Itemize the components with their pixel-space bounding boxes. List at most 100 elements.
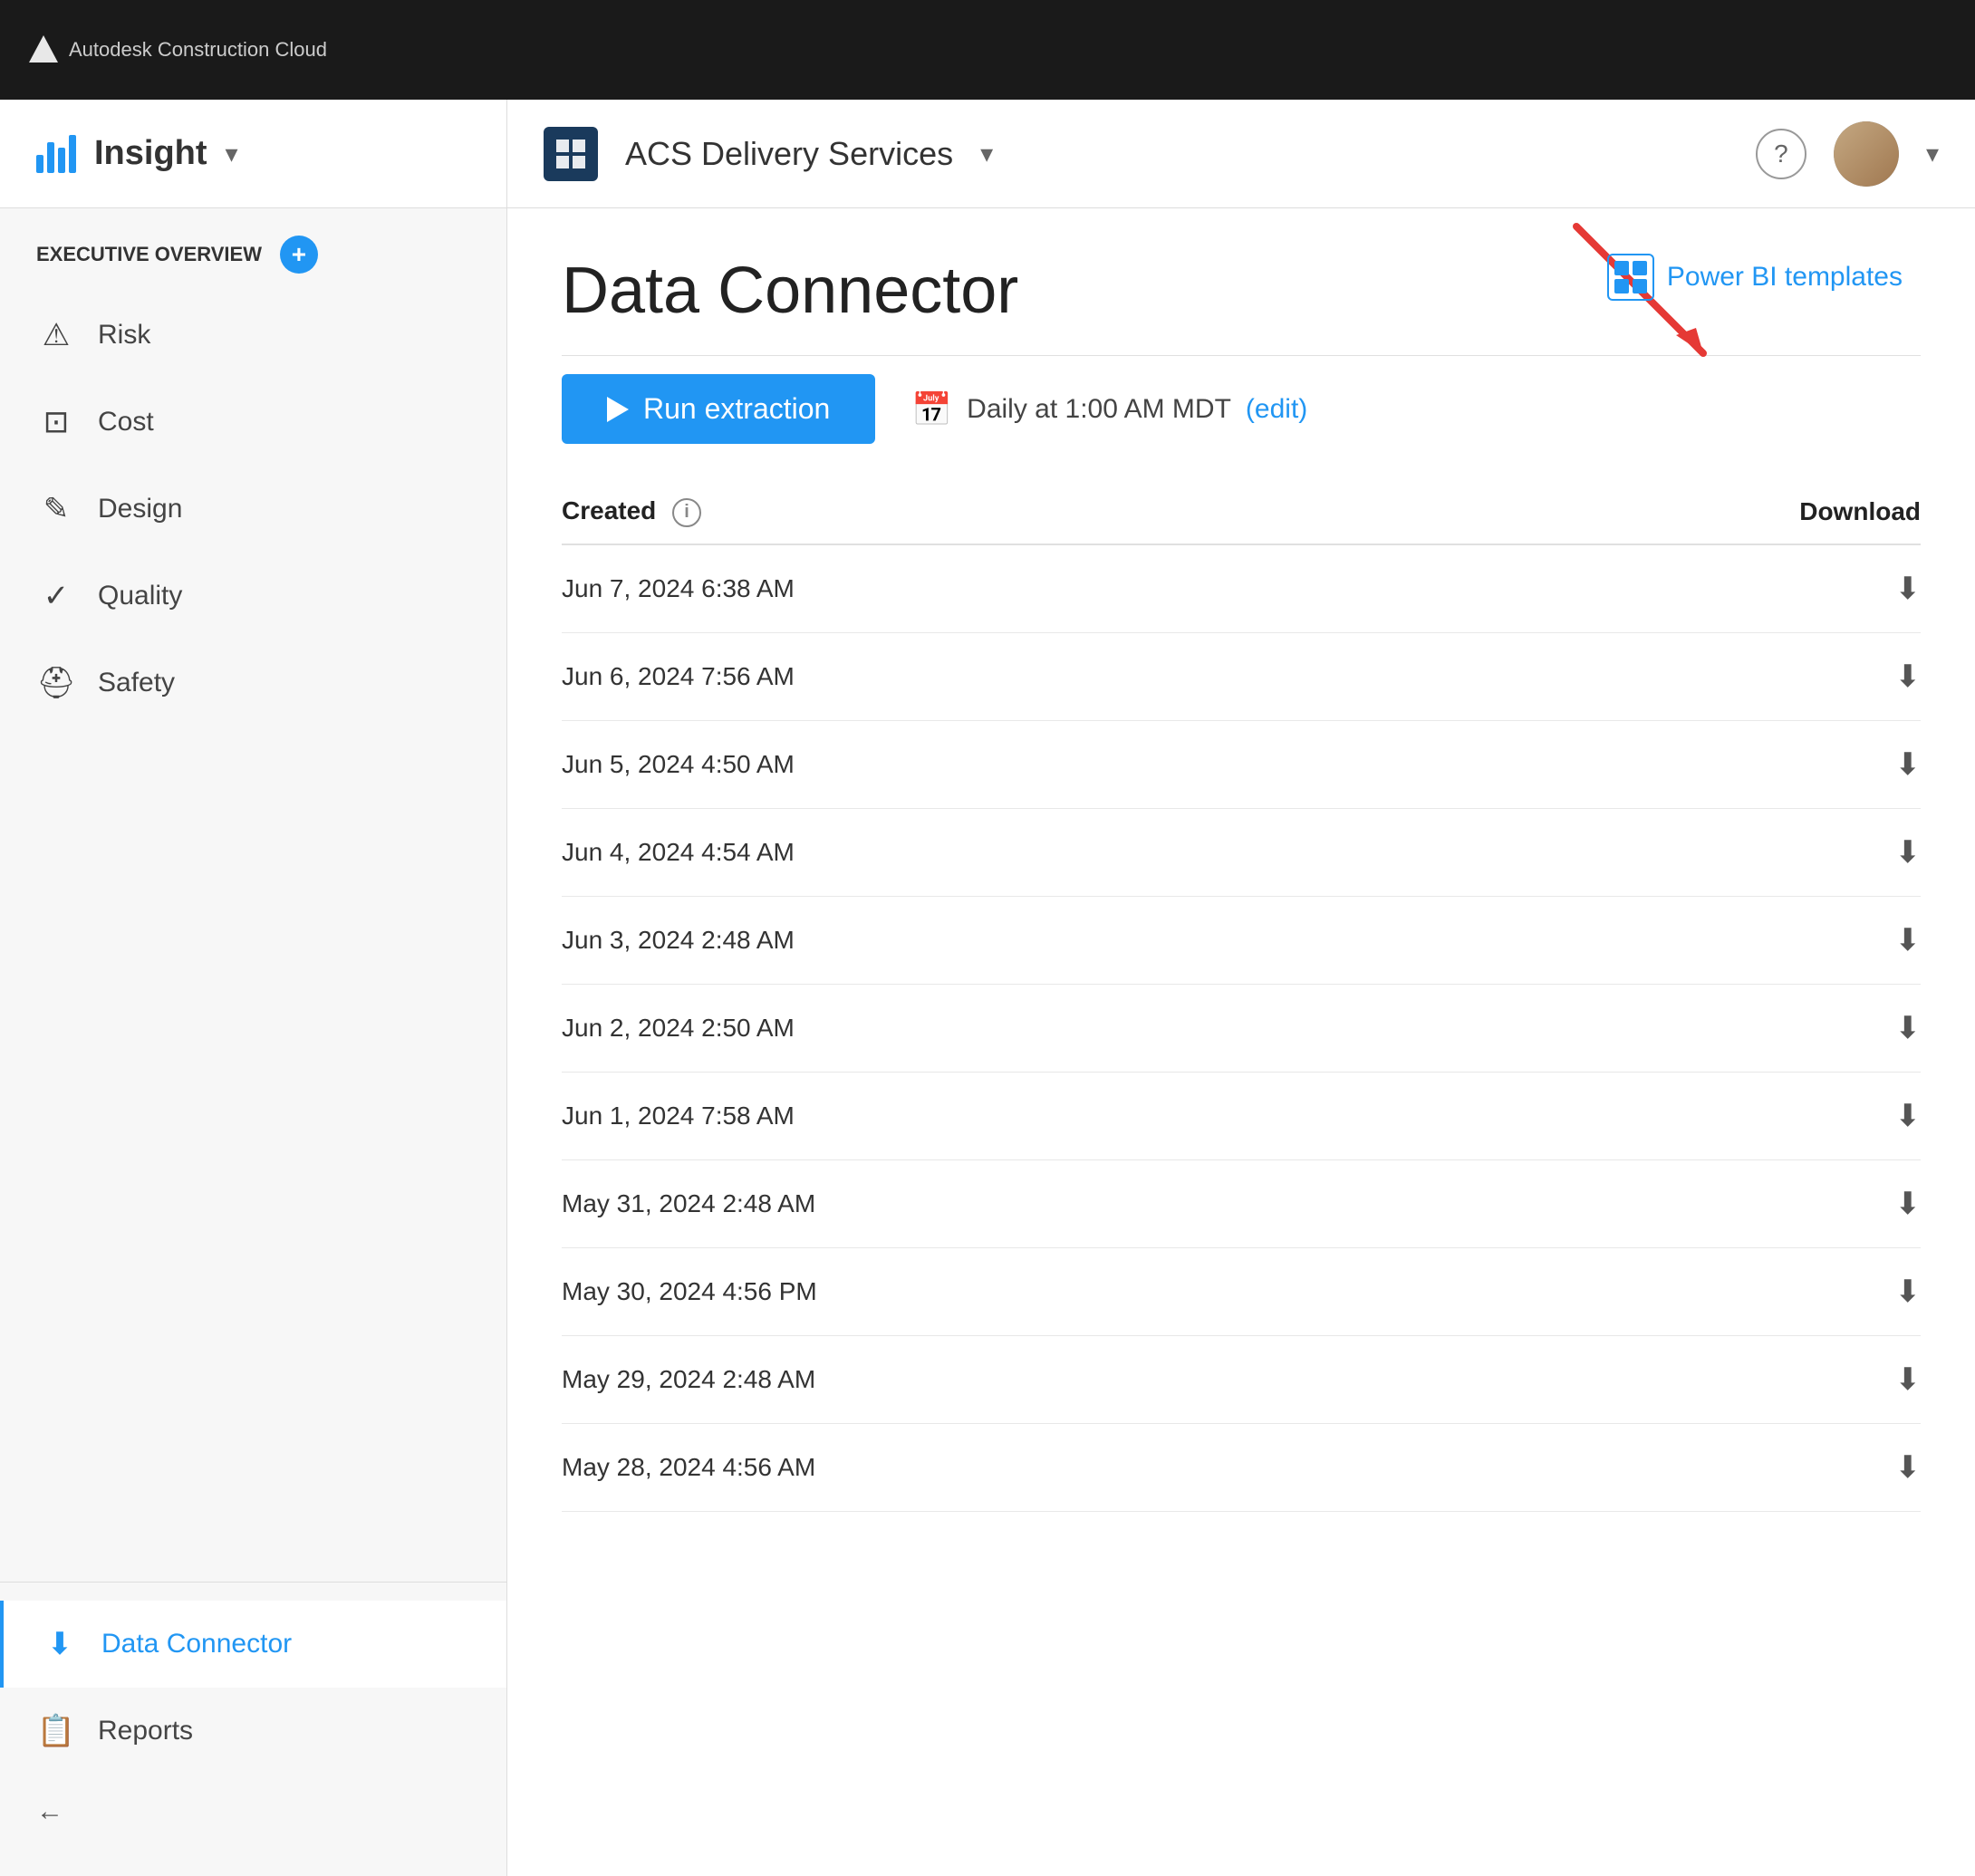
row-download-10[interactable]: ⬇ <box>1483 1423 1921 1511</box>
row-date-6: Jun 1, 2024 7:58 AM <box>562 1072 1483 1159</box>
safety-icon: ⛑ <box>36 665 76 701</box>
table-row: Jun 6, 2024 7:56 AM ⬇ <box>562 632 1921 720</box>
app-switcher: Insight ▾ <box>0 100 507 208</box>
table-row: May 31, 2024 2:48 AM ⬇ <box>562 1159 1921 1247</box>
row-download-7[interactable]: ⬇ <box>1483 1159 1921 1247</box>
power-bi-grid-icon <box>1607 254 1654 301</box>
row-date-9: May 29, 2024 2:48 AM <box>562 1335 1483 1423</box>
app-name: Insight <box>94 134 207 173</box>
run-extraction-button[interactable]: Run extraction <box>562 374 875 444</box>
download-button-2[interactable]: ⬇ <box>1895 747 1922 782</box>
table-row: May 28, 2024 4:56 AM ⬇ <box>562 1423 1921 1511</box>
power-bi-link-container: Power BI templates <box>1607 254 1903 301</box>
sidebar-item-risk[interactable]: ⚠ Risk <box>0 292 506 379</box>
download-button-9[interactable]: ⬇ <box>1895 1362 1922 1397</box>
row-date-5: Jun 2, 2024 2:50 AM <box>562 984 1483 1072</box>
table-row: May 30, 2024 4:56 PM ⬇ <box>562 1247 1921 1335</box>
download-button-4[interactable]: ⬇ <box>1895 923 1922 957</box>
table-container: Created i Download Jun 7, 2024 6:38 AM ⬇… <box>562 480 1921 1512</box>
insight-bar-chart-icon <box>36 135 76 173</box>
sidebar-item-safety[interactable]: ⛑ Safety <box>0 640 506 726</box>
project-dropdown-icon[interactable]: ▾ <box>980 139 993 168</box>
download-button-3[interactable]: ⬇ <box>1895 835 1922 870</box>
sidebar-item-label: Quality <box>98 581 182 611</box>
sidebar-item-cost[interactable]: ⊡ Cost <box>0 379 506 466</box>
download-button-1[interactable]: ⬇ <box>1895 659 1922 694</box>
table-header-row: Created i Download <box>562 480 1921 544</box>
sidebar-item-quality[interactable]: ✓ Quality <box>0 553 506 640</box>
design-icon: ✎ <box>36 491 76 527</box>
section-title: EXECUTIVE OVERVIEW <box>36 243 262 266</box>
collapse-icon: ← <box>36 1796 63 1827</box>
download-button-0[interactable]: ⬇ <box>1895 572 1922 606</box>
row-download-1[interactable]: ⬇ <box>1483 632 1921 720</box>
project-logo-icon <box>553 136 589 172</box>
project-name: ACS Delivery Services <box>625 135 953 173</box>
row-download-2[interactable]: ⬇ <box>1483 720 1921 808</box>
sidebar-item-label: Reports <box>98 1716 193 1746</box>
download-button-6[interactable]: ⬇ <box>1895 1099 1922 1133</box>
row-date-3: Jun 4, 2024 4:54 AM <box>562 808 1483 896</box>
row-download-8[interactable]: ⬇ <box>1483 1247 1921 1335</box>
row-download-0[interactable]: ⬇ <box>1483 544 1921 633</box>
section-label: EXECUTIVE OVERVIEW + <box>0 236 506 292</box>
download-button-8[interactable]: ⬇ <box>1895 1275 1922 1309</box>
row-date-8: May 30, 2024 4:56 PM <box>562 1247 1483 1335</box>
collapse-sidebar-button[interactable]: ← <box>0 1775 506 1849</box>
grid-cell-3 <box>1614 279 1629 293</box>
created-label: Created <box>562 496 656 524</box>
table-row: Jun 1, 2024 7:58 AM ⬇ <box>562 1072 1921 1159</box>
edit-schedule-link[interactable]: (edit) <box>1246 394 1307 425</box>
sidebar-item-design[interactable]: ✎ Design <box>0 466 506 553</box>
grid-cell-4 <box>1633 279 1647 293</box>
row-download-9[interactable]: ⬇ <box>1483 1335 1921 1423</box>
col-created: Created i <box>562 480 1483 544</box>
sidebar-bottom: ⬇ Data Connector 📋 Reports ← <box>0 1582 506 1849</box>
warning-icon: ⚠ <box>36 317 76 353</box>
avatar-dropdown-icon[interactable]: ▾ <box>1926 139 1939 168</box>
sidebar-item-reports[interactable]: 📋 Reports <box>0 1688 506 1775</box>
autodesk-logo: Autodesk Construction Cloud <box>27 34 327 66</box>
download-icon: ⬇ <box>40 1626 80 1662</box>
sidebar-item-label: Safety <box>98 668 175 698</box>
row-download-4[interactable]: ⬇ <box>1483 896 1921 984</box>
header-right: ACS Delivery Services ▾ ? ▾ <box>507 121 1975 187</box>
row-download-3[interactable]: ⬇ <box>1483 808 1921 896</box>
calendar-icon: 📅 <box>911 390 952 428</box>
row-download-6[interactable]: ⬇ <box>1483 1072 1921 1159</box>
top-bar: Autodesk Construction Cloud <box>0 0 1975 100</box>
schedule-info: 📅 Daily at 1:00 AM MDT (edit) <box>911 390 1307 428</box>
power-bi-templates-link[interactable]: Power BI templates <box>1667 262 1903 293</box>
download-button-10[interactable]: ⬇ <box>1895 1450 1922 1485</box>
help-button[interactable]: ? <box>1756 129 1806 179</box>
bar2 <box>47 142 54 173</box>
extractions-table: Created i Download Jun 7, 2024 6:38 AM ⬇… <box>562 480 1921 1512</box>
grid-cell-2 <box>1633 261 1647 275</box>
avatar-image <box>1834 121 1899 187</box>
header: Insight ▾ ACS Delivery Services ▾ ? ▾ <box>0 100 1975 208</box>
row-download-5[interactable]: ⬇ <box>1483 984 1921 1072</box>
header-actions: ? ▾ <box>1756 121 1939 187</box>
download-button-7[interactable]: ⬇ <box>1895 1187 1922 1221</box>
table-row: Jun 4, 2024 4:54 AM ⬇ <box>562 808 1921 896</box>
row-date-1: Jun 6, 2024 7:56 AM <box>562 632 1483 720</box>
row-date-0: Jun 7, 2024 6:38 AM <box>562 544 1483 633</box>
schedule-text: Daily at 1:00 AM MDT <box>967 394 1231 425</box>
bar1 <box>36 155 43 173</box>
bar3 <box>58 148 65 173</box>
reports-icon: 📋 <box>36 1713 76 1749</box>
avatar[interactable] <box>1834 121 1899 187</box>
add-overview-button[interactable]: + <box>280 236 318 274</box>
table-row: May 29, 2024 2:48 AM ⬇ <box>562 1335 1921 1423</box>
main-layout: EXECUTIVE OVERVIEW + ⚠ Risk ⊡ Cost ✎ Des… <box>0 208 1975 1876</box>
checkmark-icon: ✓ <box>36 578 76 614</box>
divider <box>562 355 1921 356</box>
table-row: Jun 7, 2024 6:38 AM ⬇ <box>562 544 1921 633</box>
info-icon[interactable]: i <box>672 498 701 527</box>
bar4 <box>69 135 76 173</box>
download-button-5[interactable]: ⬇ <box>1895 1011 1922 1045</box>
app-dropdown-icon[interactable]: ▾ <box>226 139 238 168</box>
sidebar-item-data-connector[interactable]: ⬇ Data Connector <box>0 1601 506 1688</box>
brand-name: Autodesk Construction Cloud <box>69 38 327 62</box>
sidebar-item-label: Data Connector <box>101 1629 292 1660</box>
